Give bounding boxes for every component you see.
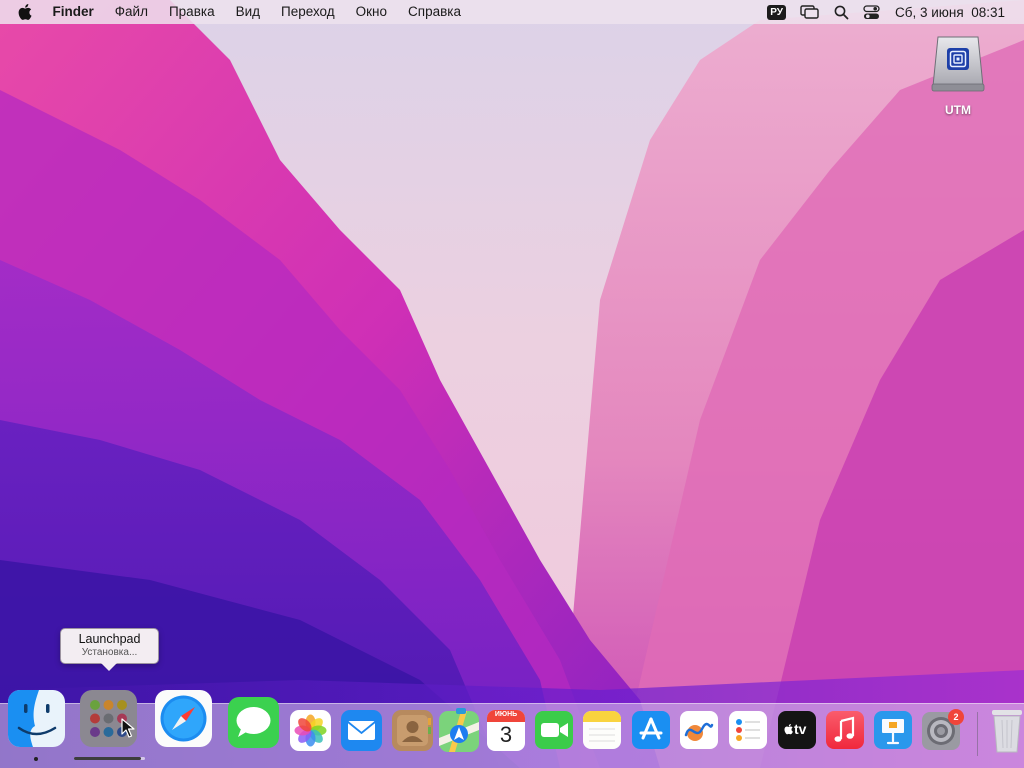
dock-trash[interactable] [990, 708, 1024, 759]
contacts-icon [392, 710, 433, 751]
dock-apple-tv[interactable]: tv [778, 711, 816, 754]
menu-file[interactable]: Файл [104, 0, 158, 24]
app-store-icon [632, 711, 670, 749]
reminders-icon [729, 711, 767, 749]
apple-tv-text: tv [794, 721, 807, 737]
finder-icon [8, 690, 65, 747]
dock-mail[interactable] [341, 710, 382, 756]
tooltip-subtitle: Установка... [81, 647, 138, 658]
trash-icon [992, 710, 1022, 753]
input-source-badge: РУ [767, 4, 786, 20]
control-center-icon [863, 4, 880, 19]
screen-mirroring-button[interactable] [793, 0, 827, 24]
menu-bar: Finder Файл Правка Вид Переход Окно Спра… [0, 0, 1024, 24]
apple-logo-icon [18, 4, 32, 20]
notes-icon [583, 711, 621, 749]
control-center-button[interactable] [856, 0, 887, 24]
messages-icon [228, 697, 279, 748]
dock-facetime[interactable] [535, 711, 573, 754]
safari-icon [155, 690, 212, 747]
finder-running-indicator [34, 757, 38, 761]
dock-system-settings[interactable]: 2 [922, 709, 964, 756]
drive-icon [931, 36, 985, 92]
dock-finder[interactable] [8, 690, 65, 752]
mouse-pointer-icon [121, 718, 135, 738]
facetime-icon [535, 711, 573, 749]
install-progress-fill [74, 757, 142, 760]
menu-go[interactable]: Переход [271, 0, 346, 24]
desktop-drive-utm[interactable]: UTM [928, 34, 988, 117]
clock-time: 08:31 [971, 4, 1005, 20]
dock-contacts[interactable] [392, 710, 433, 756]
tooltip-arrow [101, 663, 117, 671]
menu-window[interactable]: Окно [345, 0, 397, 24]
dock-freeform[interactable] [680, 711, 718, 754]
menu-help[interactable]: Справка [398, 0, 472, 24]
dock-calendar[interactable]: ИЮНЬ 3 [487, 710, 525, 756]
spotlight-button[interactable] [827, 0, 856, 24]
music-icon [826, 711, 864, 749]
dock-notes[interactable] [583, 711, 621, 754]
tooltip-title: Launchpad [78, 632, 141, 646]
search-icon [834, 5, 849, 19]
dock-separator [977, 712, 978, 756]
mail-icon [341, 710, 382, 751]
dock-app-store[interactable] [632, 711, 670, 754]
freeform-icon [680, 711, 718, 749]
calendar-month: ИЮНЬ [494, 711, 518, 718]
dock-tooltip: Launchpad Установка... [60, 628, 159, 664]
dock-messages[interactable] [228, 697, 279, 753]
apple-menu[interactable] [0, 0, 42, 24]
menu-app-finder[interactable]: Finder [42, 0, 104, 24]
dock-reminders[interactable] [729, 711, 767, 754]
keynote-icon [874, 711, 912, 749]
dock-safari[interactable] [155, 690, 212, 752]
calendar-day: 3 [499, 722, 513, 747]
screen-mirroring-icon [800, 5, 819, 19]
settings-badge: 2 [948, 709, 964, 725]
menu-edit[interactable]: Правка [158, 0, 225, 24]
clock-date: Сб, 3 июня [895, 4, 964, 20]
photos-icon [290, 710, 331, 751]
dock-maps[interactable] [439, 708, 479, 757]
launchpad-install-progress [74, 757, 145, 760]
dock-keynote[interactable] [874, 711, 912, 754]
drive-label: UTM [945, 103, 971, 117]
dock-music[interactable] [826, 711, 864, 754]
maps-icon [439, 708, 479, 752]
menu-view[interactable]: Вид [225, 0, 270, 24]
input-source-menu[interactable]: РУ [760, 0, 793, 24]
menu-clock[interactable]: Сб, 3 июня 08:31 [887, 5, 1005, 20]
dock-photos[interactable] [290, 710, 331, 756]
